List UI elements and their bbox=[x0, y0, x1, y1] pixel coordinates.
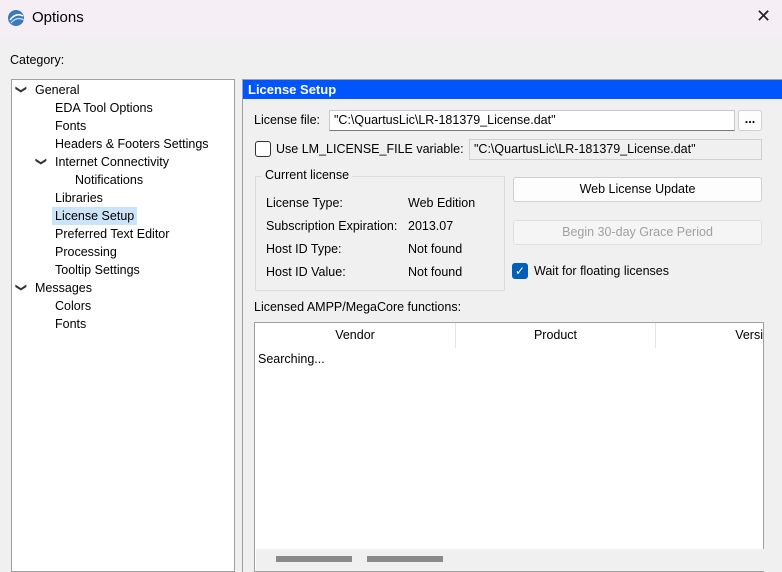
chevron-down-icon[interactable]: ❯ bbox=[15, 283, 28, 292]
license-field-label: Subscription Expiration: bbox=[266, 219, 398, 233]
horizontal-scrollbar[interactable] bbox=[256, 549, 764, 571]
license-file-label: License file: bbox=[254, 113, 321, 127]
wait-floating-checkbox[interactable]: ✓ bbox=[512, 263, 528, 279]
category-label: Category: bbox=[10, 53, 65, 67]
lm-license-label: Use LM_LICENSE_FILE variable: bbox=[276, 142, 464, 156]
license-field-value: Not found bbox=[408, 242, 463, 256]
license-field-label: Host ID Type: bbox=[266, 242, 342, 256]
tree-item[interactable]: Fonts bbox=[52, 117, 89, 135]
current-license-title: Current license bbox=[262, 168, 353, 182]
column-version[interactable]: Versi bbox=[656, 323, 763, 348]
license-field-value: Not found bbox=[408, 265, 463, 279]
column-product[interactable]: Product bbox=[456, 323, 656, 348]
functions-label: Licensed AMPP/MegaCore functions: bbox=[254, 300, 462, 314]
panel-title: License Setup bbox=[243, 80, 782, 99]
tree-item[interactable]: Notifications bbox=[72, 171, 146, 189]
lm-license-input: "C:\QuartusLic\LR-181379_License.dat" bbox=[469, 139, 762, 160]
scrollbar-thumb[interactable] bbox=[367, 556, 443, 562]
web-license-update-button[interactable]: Web License Update bbox=[513, 177, 762, 202]
column-vendor[interactable]: Vendor bbox=[255, 323, 456, 348]
license-file-input[interactable]: "C:\QuartusLic\LR-181379_License.dat" bbox=[329, 110, 735, 131]
tree-item[interactable]: General bbox=[32, 81, 82, 99]
grace-period-button: Begin 30-day Grace Period bbox=[513, 220, 762, 245]
license-field-label: License Type: bbox=[266, 196, 343, 210]
tree-item[interactable]: Libraries bbox=[52, 189, 106, 207]
lm-license-checkbox[interactable] bbox=[255, 141, 271, 157]
quartus-globe-icon bbox=[8, 10, 25, 26]
license-field-label: Host ID Value: bbox=[266, 265, 346, 279]
category-tree[interactable]: ❯ General EDA Tool Options Fonts Headers & F… bbox=[11, 79, 235, 572]
scrollbar-thumb[interactable] bbox=[276, 556, 352, 562]
close-button[interactable]: ✕ bbox=[756, 6, 771, 27]
browse-button[interactable]: ... bbox=[738, 110, 762, 131]
tree-item[interactable]: Colors bbox=[52, 297, 94, 315]
status-text: Searching... bbox=[258, 352, 325, 366]
tree-item[interactable]: Processing bbox=[52, 243, 120, 261]
functions-table: Vendor Product Versi Searching... bbox=[254, 322, 764, 572]
chevron-down-icon[interactable]: ❯ bbox=[35, 157, 48, 166]
license-field-value: Web Edition bbox=[408, 196, 476, 210]
tree-item[interactable]: Fonts bbox=[52, 315, 89, 333]
tree-item[interactable]: License Setup bbox=[52, 207, 138, 225]
window-title: Options bbox=[32, 9, 84, 26]
chevron-down-icon[interactable]: ❯ bbox=[15, 85, 28, 94]
tree-item[interactable]: EDA Tool Options bbox=[52, 99, 156, 117]
wait-floating-label: Wait for floating licenses bbox=[534, 264, 670, 278]
license-field-value: 2013.07 bbox=[408, 219, 454, 233]
tree-item[interactable]: Tooltip Settings bbox=[52, 261, 143, 279]
tree-item[interactable]: Headers & Footers Settings bbox=[52, 135, 212, 153]
tree-item[interactable]: Messages bbox=[32, 279, 95, 297]
tree-item[interactable]: Preferred Text Editor bbox=[52, 225, 172, 243]
title-bar bbox=[0, 0, 782, 37]
tree-item[interactable]: Internet Connectivity bbox=[52, 153, 172, 171]
